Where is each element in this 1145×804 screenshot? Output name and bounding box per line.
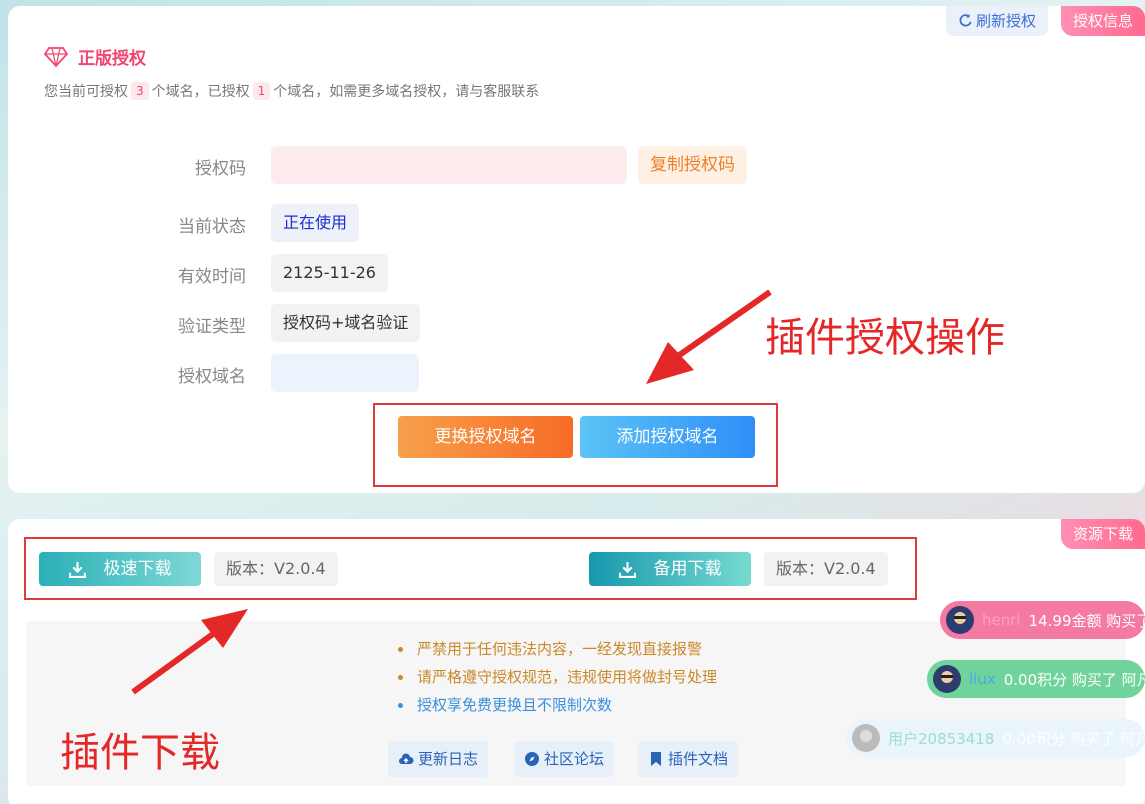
used-count-badge: 1 bbox=[252, 82, 271, 100]
forum-link[interactable]: 社区论坛 bbox=[514, 741, 615, 777]
tab-license-info[interactable]: 授权信息 bbox=[1060, 6, 1145, 36]
refresh-icon bbox=[959, 14, 972, 27]
diamond-icon bbox=[44, 46, 68, 67]
available-count-badge: 3 bbox=[131, 82, 149, 100]
changelog-link[interactable]: 更新日志 bbox=[388, 741, 489, 777]
desc-mid: 个域名，已授权 bbox=[151, 84, 250, 100]
ticker-text: 0.00积分 购买了 阿凡 bbox=[1003, 670, 1145, 689]
type-label: 验证类型 bbox=[178, 317, 246, 337]
licensed-domain-field[interactable] bbox=[271, 354, 419, 392]
code-label: 授权码 bbox=[195, 159, 246, 179]
purchase-ticker: henri 14.99金额 购买了 bbox=[940, 601, 1145, 639]
notice-item: 授权享免费更换且不限制次数 bbox=[398, 691, 717, 719]
domain-label: 授权域名 bbox=[178, 367, 246, 387]
notice-item: 请严格遵守授权规范，违规使用将做封号处理 bbox=[398, 663, 717, 691]
desc-suffix: 个域名，如需更多域名授权，请与客服联系 bbox=[273, 84, 540, 100]
ticker-text: 14.99金额 购买了 bbox=[1028, 611, 1145, 630]
tab-resource-download[interactable]: 资源下载 bbox=[1060, 519, 1145, 549]
ticker-text: 0.00积分 购买了 阿凡 bbox=[1002, 729, 1145, 748]
refresh-license-button[interactable]: 刷新授权 bbox=[945, 6, 1048, 36]
avatar bbox=[933, 665, 961, 693]
license-title: 正版授权 bbox=[44, 44, 146, 69]
copy-code-button[interactable]: 复制授权码 bbox=[638, 146, 747, 184]
annotation-box-ops bbox=[373, 403, 778, 487]
avatar bbox=[852, 724, 880, 752]
license-title-text: 正版授权 bbox=[78, 49, 146, 69]
docs-link[interactable]: 插件文档 bbox=[638, 741, 739, 777]
purchase-ticker: 用户20853418 0.00积分 购买了 阿凡 bbox=[846, 719, 1145, 757]
ticker-user: henri bbox=[982, 611, 1021, 629]
status-label: 当前状态 bbox=[178, 217, 246, 237]
purchase-ticker: liux 0.00积分 购买了 阿凡 bbox=[927, 660, 1145, 698]
refresh-label: 刷新授权 bbox=[975, 12, 1036, 30]
annotation-download-text: 插件下载 bbox=[60, 730, 220, 776]
notice-list: 严禁用于任何违法内容，一经发现直接报警 请严格遵守授权规范，违规使用将做封号处理… bbox=[398, 635, 717, 719]
compass-icon bbox=[525, 752, 539, 766]
bookmark-icon bbox=[651, 752, 661, 766]
avatar bbox=[946, 606, 974, 634]
changelog-label: 更新日志 bbox=[418, 750, 479, 768]
ticker-user: 用户20853418 bbox=[888, 729, 995, 748]
license-description: 您当前可授权 3 个域名，已授权 1 个域名，如需更多域名授权，请与客服联系 bbox=[44, 81, 539, 101]
annotation-arrow-download bbox=[131, 609, 248, 695]
status-value: 正在使用 bbox=[271, 204, 360, 242]
license-card: 刷新授权 授权信息 正版授权 您当前可授权 3 个域名，已授权 1 个域名，如需… bbox=[8, 6, 1145, 493]
annotation-arrow-ops bbox=[646, 289, 772, 384]
time-label: 有效时间 bbox=[178, 267, 246, 287]
notice-text: 请严格遵守授权规范，违规使用将做封号处理 bbox=[417, 668, 718, 686]
cloud-upload-icon bbox=[399, 753, 414, 764]
verify-type-value: 授权码+域名验证 bbox=[271, 304, 421, 342]
notice-item: 严禁用于任何违法内容，一经发现直接报警 bbox=[398, 635, 717, 663]
license-code-field[interactable] bbox=[271, 146, 627, 184]
notice-text: 授权享免费更换且不限制次数 bbox=[417, 696, 613, 714]
notice-text: 严禁用于任何违法内容，一经发现直接报警 bbox=[417, 640, 703, 658]
docs-label: 插件文档 bbox=[668, 750, 729, 768]
annotation-ops-text: 插件授权操作 bbox=[765, 315, 1005, 361]
forum-label: 社区论坛 bbox=[544, 750, 605, 768]
desc-prefix: 您当前可授权 bbox=[44, 84, 128, 100]
annotation-box-download bbox=[24, 537, 917, 600]
ticker-user: liux bbox=[969, 670, 996, 688]
valid-time-value: 2125-11-26 bbox=[271, 254, 388, 292]
